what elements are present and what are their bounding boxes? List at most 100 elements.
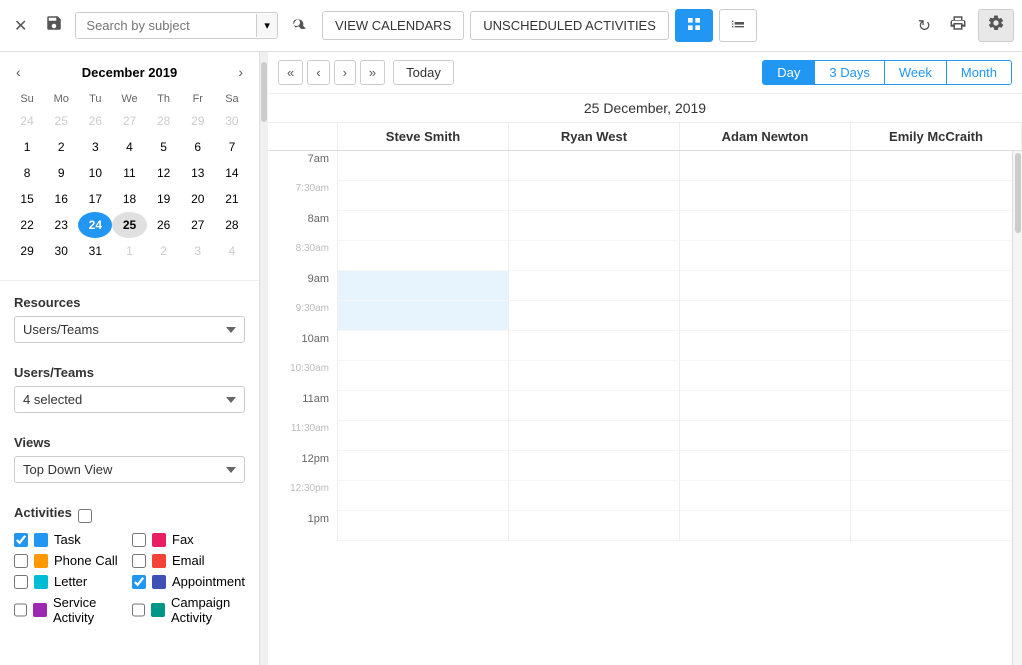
mini-cal-day-cell[interactable]: 28	[147, 108, 181, 134]
cal-time-cell[interactable]	[338, 151, 509, 181]
activity-checkbox[interactable]	[132, 554, 146, 568]
cal-first-button[interactable]: «	[278, 60, 303, 85]
cal-time-cell[interactable]	[338, 301, 509, 331]
mini-cal-day-cell[interactable]: 2	[147, 238, 181, 264]
cal-time-cell[interactable]	[338, 361, 509, 391]
cal-time-cell[interactable]	[680, 301, 851, 331]
cal-view-btn-3-days[interactable]: 3 Days	[815, 61, 884, 84]
cal-time-cell[interactable]	[851, 421, 1022, 451]
mini-cal-day-cell[interactable]: 28	[215, 212, 249, 238]
cal-time-cell[interactable]	[338, 511, 509, 541]
view-calendars-button[interactable]: VIEW CALENDARS	[322, 11, 464, 40]
cal-time-cell[interactable]	[851, 271, 1022, 301]
cal-time-cell[interactable]	[680, 481, 851, 511]
cal-time-cell[interactable]	[851, 331, 1022, 361]
mini-cal-day-cell[interactable]: 5	[147, 134, 181, 160]
mini-cal-day-cell[interactable]: 1	[10, 134, 44, 160]
cal-time-cell[interactable]	[509, 421, 680, 451]
cal-time-cell[interactable]	[509, 511, 680, 541]
mini-cal-day-cell[interactable]: 18	[112, 186, 146, 212]
mini-cal-day-cell[interactable]: 15	[10, 186, 44, 212]
mini-cal-day-cell[interactable]: 29	[181, 108, 215, 134]
mini-cal-day-cell[interactable]: 14	[215, 160, 249, 186]
cal-last-button[interactable]: »	[360, 60, 385, 85]
mini-cal-day-cell[interactable]: 29	[10, 238, 44, 264]
cal-time-cell[interactable]	[680, 271, 851, 301]
cal-today-button[interactable]: Today	[393, 60, 454, 85]
activity-checkbox[interactable]	[132, 533, 146, 547]
cal-time-cell[interactable]	[338, 271, 509, 301]
cal-time-cell[interactable]	[509, 361, 680, 391]
mini-cal-day-cell[interactable]: 11	[112, 160, 146, 186]
mini-cal-prev-button[interactable]: ‹	[10, 62, 27, 82]
cal-time-cell[interactable]	[509, 331, 680, 361]
refresh-button[interactable]: ↻	[911, 11, 938, 41]
mini-cal-day-cell[interactable]: 7	[215, 134, 249, 160]
mini-cal-day-cell[interactable]: 23	[44, 212, 78, 238]
cal-time-cell[interactable]	[680, 211, 851, 241]
mini-cal-day-cell[interactable]: 3	[78, 134, 112, 160]
settings-button[interactable]	[978, 9, 1014, 42]
mini-cal-day-cell[interactable]: 27	[112, 108, 146, 134]
cal-time-cell[interactable]	[338, 421, 509, 451]
cal-time-cell[interactable]	[338, 391, 509, 421]
cal-scrollbar[interactable]	[1012, 123, 1022, 665]
cal-time-cell[interactable]	[851, 451, 1022, 481]
mini-cal-day-cell[interactable]: 6	[181, 134, 215, 160]
sidebar-scrollbar[interactable]	[260, 52, 268, 665]
mini-cal-day-cell[interactable]: 19	[147, 186, 181, 212]
activities-select-all-checkbox[interactable]	[78, 509, 92, 523]
cal-prev-button[interactable]: ‹	[307, 60, 329, 85]
list-view-button[interactable]	[719, 9, 757, 42]
grid-view-button[interactable]	[675, 9, 713, 42]
cal-time-cell[interactable]	[851, 511, 1022, 541]
cal-time-cell[interactable]	[509, 301, 680, 331]
cal-time-cell[interactable]	[851, 181, 1022, 211]
cal-time-cell[interactable]	[338, 451, 509, 481]
cal-time-cell[interactable]	[851, 481, 1022, 511]
cal-time-cell[interactable]	[338, 331, 509, 361]
mini-cal-day-cell[interactable]: 9	[44, 160, 78, 186]
mini-cal-day-cell[interactable]: 26	[147, 212, 181, 238]
mini-cal-day-cell[interactable]: 13	[181, 160, 215, 186]
search-dropdown-button[interactable]: ▾	[256, 14, 277, 37]
resources-select[interactable]: Users/Teams	[14, 316, 245, 343]
cal-time-cell[interactable]	[509, 271, 680, 301]
mini-cal-day-cell[interactable]: 22	[10, 212, 44, 238]
activity-checkbox[interactable]	[14, 575, 28, 589]
cal-view-btn-month[interactable]: Month	[947, 61, 1011, 84]
mini-cal-day-cell[interactable]: 30	[44, 238, 78, 264]
cal-next-button[interactable]: ›	[334, 60, 356, 85]
cal-time-cell[interactable]	[509, 181, 680, 211]
cal-time-cell[interactable]	[851, 211, 1022, 241]
mini-cal-day-cell[interactable]: 2	[44, 134, 78, 160]
activity-checkbox[interactable]	[14, 603, 27, 617]
activity-checkbox[interactable]	[14, 554, 28, 568]
mini-cal-day-cell[interactable]: 17	[78, 186, 112, 212]
cal-time-cell[interactable]	[680, 421, 851, 451]
activity-checkbox[interactable]	[132, 575, 146, 589]
mini-cal-day-cell[interactable]: 8	[10, 160, 44, 186]
cal-grid-container[interactable]: Steve Smith Ryan West Adam Newton Emily …	[268, 123, 1022, 665]
mini-cal-day-cell[interactable]: 25	[44, 108, 78, 134]
cal-time-cell[interactable]	[851, 301, 1022, 331]
mini-cal-day-cell[interactable]: 30	[215, 108, 249, 134]
views-select[interactable]: Top Down View	[14, 456, 245, 483]
save-button[interactable]	[39, 10, 69, 41]
print-button[interactable]	[942, 9, 974, 42]
mini-cal-day-cell[interactable]: 12	[147, 160, 181, 186]
cal-time-cell[interactable]	[851, 241, 1022, 271]
mini-cal-day-cell[interactable]: 4	[112, 134, 146, 160]
cal-time-cell[interactable]	[509, 151, 680, 181]
users-teams-select[interactable]: 4 selected	[14, 386, 245, 413]
cal-time-cell[interactable]	[680, 331, 851, 361]
cal-time-cell[interactable]	[680, 391, 851, 421]
cal-time-cell[interactable]	[680, 451, 851, 481]
cal-time-cell[interactable]	[509, 481, 680, 511]
mini-cal-day-cell[interactable]: 25	[112, 212, 146, 238]
mini-cal-day-cell[interactable]: 26	[78, 108, 112, 134]
cal-time-cell[interactable]	[851, 361, 1022, 391]
mini-cal-day-cell[interactable]: 4	[215, 238, 249, 264]
search-icon-button[interactable]	[284, 11, 316, 40]
cal-time-cell[interactable]	[680, 151, 851, 181]
